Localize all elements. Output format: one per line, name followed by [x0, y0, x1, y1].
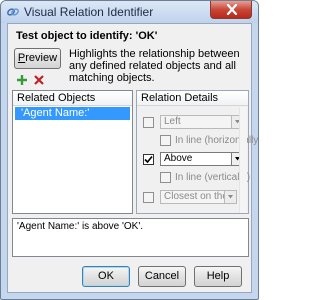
closest-relation-select[interactable]: Closest on the X-axis [160, 190, 237, 204]
relation-details-header: Relation Details [137, 91, 248, 106]
vertical-relation-select[interactable]: Above [160, 152, 244, 166]
vertical-relation-value: Above [164, 153, 193, 164]
ok-button[interactable]: OK [82, 266, 130, 287]
plus-icon[interactable] [16, 74, 28, 86]
horizontal-inline-checkbox[interactable] [160, 135, 171, 146]
relation-result-text: 'Agent Name:' is above 'OK'. [12, 218, 249, 257]
window-title: Visual Relation Identifier [24, 5, 154, 19]
chevron-down-icon [224, 191, 236, 203]
title-bar[interactable]: Visual Relation Identifier [1, 1, 258, 23]
dialog-window: Visual Relation Identifier Test object t… [0, 0, 259, 300]
related-objects-header: Related Objects [13, 91, 132, 106]
horizontal-relation-value: Left [164, 116, 181, 127]
horizontal-relation-select[interactable]: Left [160, 115, 244, 129]
delete-x-icon[interactable] [34, 75, 44, 85]
list-item[interactable]: 'Agent Name:' [15, 107, 130, 120]
test-object-heading: Test object to identify: 'OK' [16, 30, 158, 42]
checkmark-icon [144, 155, 153, 164]
close-button[interactable] [210, 1, 252, 19]
preview-description: Highlights the relationship between any … [69, 48, 240, 84]
related-objects-list[interactable]: Related Objects 'Agent Name:' [12, 90, 133, 214]
link-chain-icon [6, 5, 20, 19]
dialog-body: Test object to identify: 'OK' Preview Hi… [7, 23, 258, 293]
vertical-relation-checkbox[interactable] [143, 154, 154, 165]
horizontal-relation-checkbox[interactable] [143, 117, 154, 128]
vertical-inline-checkbox[interactable] [160, 172, 171, 183]
relation-details-panel: Relation Details Left In line (horizonta… [136, 90, 258, 214]
close-x-icon [226, 4, 238, 15]
preview-button[interactable]: Preview [14, 48, 61, 69]
details-scrollbar[interactable] [239, 107, 247, 213]
closest-relation-checkbox[interactable] [143, 192, 154, 203]
relation-result-label: 'Agent Name:' is above 'OK'. [17, 221, 144, 232]
help-button[interactable]: Help [194, 266, 242, 287]
cancel-button[interactable]: Cancel [138, 266, 186, 287]
